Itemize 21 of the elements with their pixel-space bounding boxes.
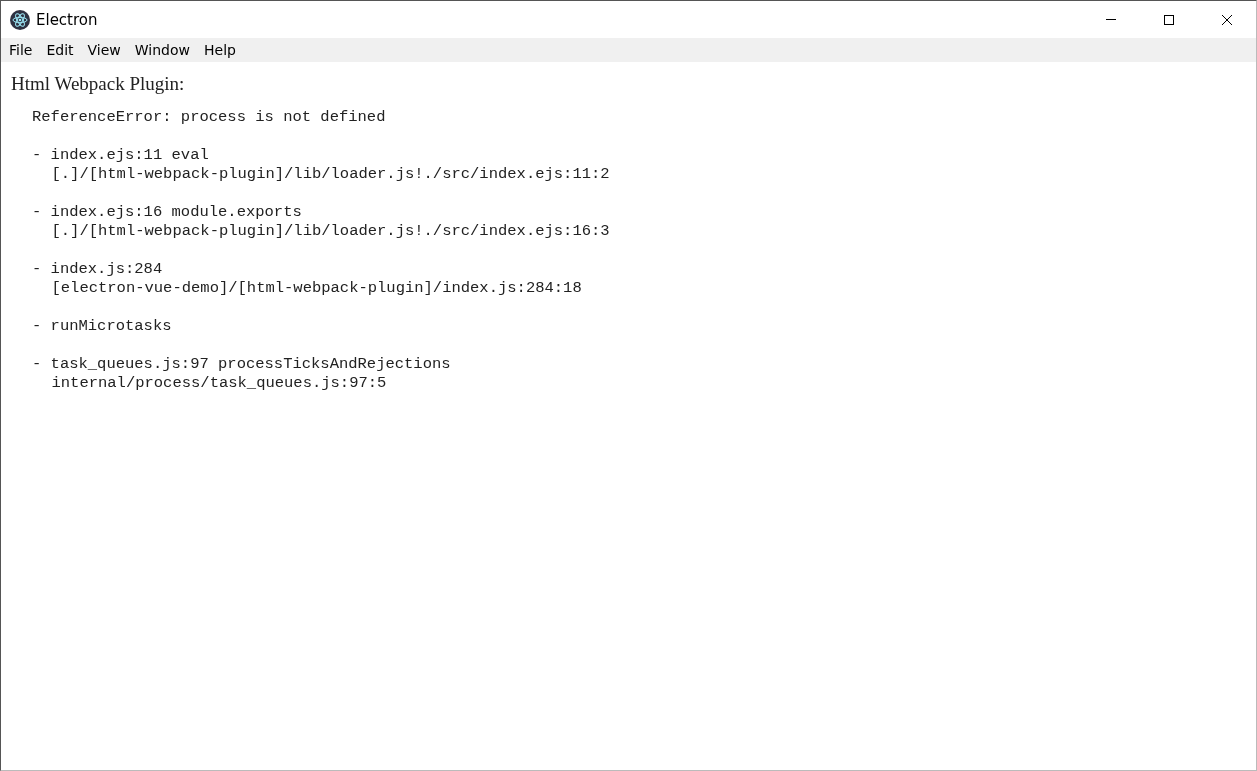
stack-frame: - index.ejs:16 module.exports	[32, 203, 302, 222]
menu-item[interactable]: View	[80, 38, 128, 62]
window-title: Electron	[36, 10, 98, 29]
stack-frame: - task_queues.js:97 processTicksAndRejections	[32, 355, 451, 374]
menu-item[interactable]: Window	[127, 38, 197, 62]
menu-item[interactable]: Edit	[39, 38, 81, 62]
error-message: ReferenceError: process is not defined	[32, 108, 386, 127]
error-heading: Html Webpack Plugin:	[11, 72, 186, 96]
stack-location: [.]/[html-webpack-plugin]/lib/loader.js!./src/index.ejs:16:3	[51, 222, 610, 241]
stack-frame: - index.js:284	[32, 260, 163, 279]
stack-location: [electron-vue-demo]/[html-webpack-plugin]/index.js:284:18	[51, 279, 582, 298]
menu-item[interactable]: Help	[197, 38, 243, 62]
stack-frame: - runMicrotasks	[32, 317, 172, 336]
atom-icon	[10, 9, 30, 30]
close-icon	[1221, 13, 1233, 26]
maximize-icon	[1163, 13, 1175, 26]
menu-item[interactable]: File	[2, 38, 40, 62]
minimize-icon	[1106, 19, 1116, 20]
stack-location: [.]/[html-webpack-plugin]/lib/loader.js!./src/index.ejs:11:2	[51, 165, 610, 184]
stack-frame: - index.ejs:11 eval	[32, 146, 209, 165]
stack-location: internal/process/task_queues.js:97:5	[51, 374, 387, 393]
